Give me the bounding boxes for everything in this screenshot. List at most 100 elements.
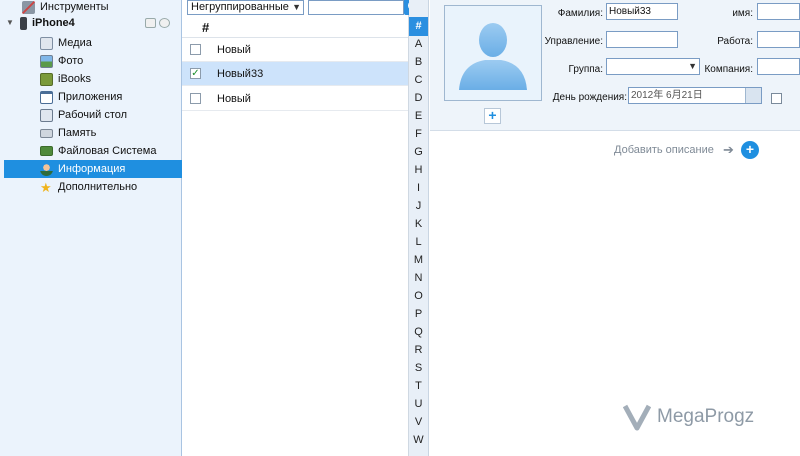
department-field[interactable] [606, 31, 678, 48]
arrow-right-icon: ➔ [723, 142, 734, 157]
list-header: # [182, 17, 408, 38]
search-input[interactable] [308, 0, 404, 15]
media-icon [40, 36, 53, 50]
alpha-letter[interactable]: D [409, 92, 428, 104]
sidebar-item-ibooks[interactable]: iBooks [40, 70, 91, 88]
job-field[interactable] [757, 31, 800, 48]
person-silhouette-icon [459, 23, 527, 90]
alphabet-index: # A B C D E F G H I J K L M N O P Q R S … [409, 0, 429, 456]
contact-list-panel: Негруппированные ▼ # Новый ✓ Новый33 Нов… [182, 0, 424, 456]
sidebar-item-label: Файловая Система [58, 145, 157, 157]
device-label: iPhone4 [32, 17, 75, 29]
alpha-letter[interactable]: J [409, 200, 428, 212]
group-select[interactable]: ▼ [606, 58, 700, 75]
surname-label: Фамилия: [557, 8, 603, 19]
watermark-text: MegaProgz [657, 406, 755, 427]
alpha-letter[interactable]: H [409, 164, 428, 176]
group-label: Группа: [568, 64, 603, 75]
alpha-letter[interactable]: E [409, 110, 428, 122]
sidebar-item-label: Память [58, 127, 97, 139]
contact-checkbox[interactable] [190, 93, 201, 104]
contact-row[interactable]: Новый [182, 38, 408, 62]
department-label: Управление: [544, 36, 603, 47]
add-description-button[interactable]: + [741, 141, 759, 159]
calendar-dropdown-icon[interactable] [745, 88, 761, 103]
battery-icon [145, 18, 156, 28]
contact-name: Новый33 [217, 68, 264, 80]
alpha-letter[interactable]: U [409, 398, 428, 410]
alpha-letter[interactable]: B [409, 56, 428, 68]
ibooks-icon [40, 72, 53, 86]
contact-form: + Фамилия: Новый33 имя: Управление: Рабо… [430, 0, 800, 131]
sidebar-item-memory[interactable]: Память [40, 124, 96, 142]
device-node[interactable]: ▼ iPhone4 [6, 14, 75, 32]
device-status [145, 18, 170, 28]
eject-icon[interactable] [159, 18, 170, 28]
sidebar-item-apps[interactable]: Приложения [40, 88, 122, 106]
birthday-checkbox[interactable] [771, 93, 782, 104]
expand-arrow-icon[interactable]: ▼ [6, 14, 20, 32]
star-icon: ★ [40, 179, 52, 195]
company-field[interactable] [757, 58, 800, 75]
alpha-letter[interactable]: P [409, 308, 428, 320]
sidebar-item-extra[interactable]: ★ Дополнительно [40, 178, 137, 196]
sidebar-item-label: iBooks [58, 73, 92, 85]
photo-icon [40, 54, 53, 68]
job-label: Работа: [717, 36, 753, 47]
sidebar-item-media[interactable]: Медиа [40, 34, 92, 52]
alpha-letter[interactable]: K [409, 218, 428, 230]
sidebar-item-label: Рабочий стол [58, 109, 128, 121]
sidebar-item-photo[interactable]: Фото [40, 52, 83, 70]
name-label: имя: [732, 8, 753, 19]
watermark-logo-icon [623, 404, 651, 431]
surname-field[interactable]: Новый33 [606, 3, 678, 20]
birthday-field[interactable]: 2012年 6月21日 [628, 87, 762, 104]
watermark: MegaProgz [623, 402, 754, 432]
folder-icon [40, 146, 53, 156]
alpha-letter[interactable]: Q [409, 326, 428, 338]
alpha-letter[interactable]: F [409, 128, 428, 140]
alpha-letter[interactable]: A [409, 38, 428, 50]
contact-icon [40, 162, 53, 176]
iphone-icon [20, 16, 27, 30]
alpha-letter[interactable]: I [409, 182, 428, 194]
contact-checkbox[interactable]: ✓ [190, 68, 201, 79]
sidebar-item-filesystem[interactable]: Файловая Система [40, 142, 156, 160]
contact-row[interactable]: Новый [182, 87, 408, 111]
alpha-letter[interactable]: G [409, 146, 428, 158]
apps-icon [40, 90, 53, 104]
contact-checkbox[interactable] [190, 44, 201, 55]
alpha-letter[interactable]: O [409, 290, 428, 302]
alpha-letter[interactable]: R [409, 344, 428, 356]
alphabet-index-hash[interactable]: # [409, 17, 428, 36]
alpha-letter[interactable]: W [409, 434, 428, 446]
contact-name: Новый [217, 44, 251, 56]
alpha-letter[interactable]: M [409, 254, 428, 266]
contact-name: Новый [217, 93, 251, 105]
alpha-letter[interactable]: V [409, 416, 428, 428]
avatar[interactable] [444, 5, 542, 101]
contact-row[interactable]: ✓ Новый33 [182, 62, 408, 86]
alpha-letter[interactable]: S [409, 362, 428, 374]
sidebar-item-label: Приложения [58, 91, 123, 103]
company-label: Компания: [704, 64, 753, 75]
sidebar-item-label: Информация [58, 163, 126, 175]
add-photo-button[interactable]: + [484, 108, 501, 124]
desktop-icon [40, 108, 53, 122]
group-filter-value: Негруппированные [191, 1, 289, 13]
alpha-letter[interactable]: L [409, 236, 428, 248]
chevron-down-icon: ▼ [292, 2, 301, 12]
group-filter-select[interactable]: Негруппированные ▼ [187, 0, 304, 15]
alpha-letter[interactable]: C [409, 74, 428, 86]
memory-icon [40, 128, 53, 138]
alpha-letter[interactable]: T [409, 380, 428, 392]
sidebar-item-info[interactable]: Информация [4, 160, 182, 178]
alpha-letter[interactable]: N [409, 272, 428, 284]
add-description-label[interactable]: Добавить описание [614, 144, 714, 156]
chevron-down-icon: ▼ [688, 61, 697, 71]
birthday-label: День рождения: [552, 92, 627, 103]
name-field[interactable] [757, 3, 800, 20]
sidebar-item-label: Медиа [58, 37, 92, 49]
sidebar-item-desktop[interactable]: Рабочий стол [40, 106, 127, 124]
birthday-value: 2012年 6月21日 [631, 90, 703, 101]
